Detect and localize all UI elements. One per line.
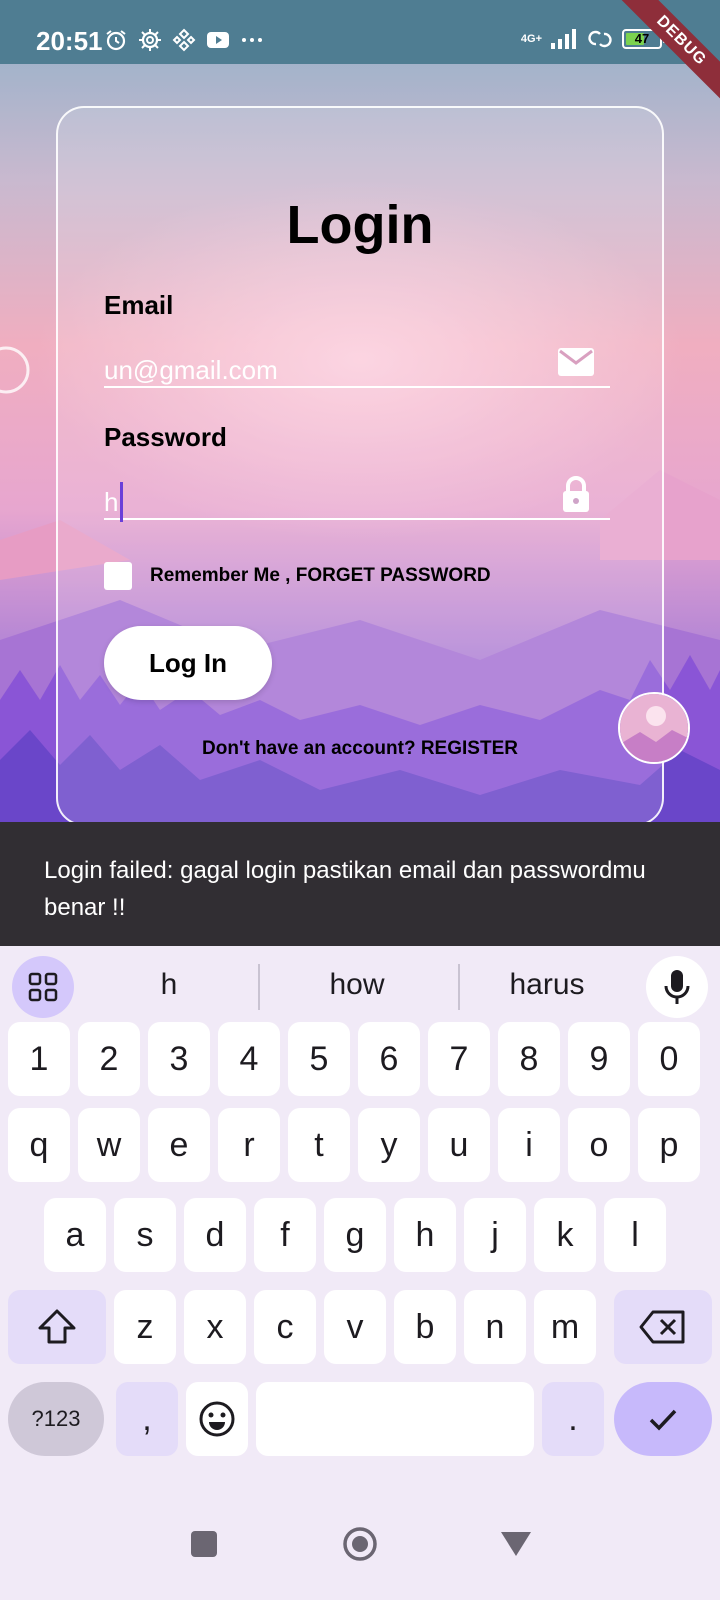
navigation-bar — [0, 1500, 720, 1600]
login-card: Login Email un@gmail.com Password h Reme… — [56, 106, 664, 826]
lock-icon — [563, 476, 589, 512]
register-link[interactable]: Don't have an account? REGISTER — [58, 738, 662, 760]
letter-key[interactable]: b — [394, 1290, 456, 1364]
binance-icon — [172, 28, 196, 52]
email-value: un@gmail.com — [104, 355, 278, 385]
number-key[interactable]: 1 — [8, 1022, 70, 1096]
letter-key[interactable]: f — [254, 1198, 316, 1272]
number-key[interactable]: 3 — [148, 1022, 210, 1096]
signal-icon — [551, 29, 576, 49]
snackbar-message: Login failed: gagal login pastikan email… — [44, 857, 646, 921]
letter-key[interactable]: d — [184, 1198, 246, 1272]
enter-key[interactable] — [614, 1382, 712, 1456]
mail-icon — [558, 348, 594, 376]
letter-key[interactable]: p — [638, 1108, 700, 1182]
network-type: 4G+ — [520, 33, 542, 45]
letter-key[interactable]: s — [114, 1198, 176, 1272]
back-triangle-icon[interactable] — [500, 1530, 532, 1558]
letter-key[interactable]: j — [464, 1198, 526, 1272]
link-icon — [588, 30, 612, 48]
email-field[interactable]: un@gmail.com — [104, 338, 610, 388]
number-key[interactable]: 6 — [358, 1022, 420, 1096]
number-key[interactable]: 5 — [288, 1022, 350, 1096]
letter-key[interactable]: u — [428, 1108, 490, 1182]
checkmark-icon — [649, 1409, 677, 1431]
error-snackbar: Login failed: gagal login pastikan email… — [0, 822, 720, 946]
suggestion-3[interactable]: harus — [472, 968, 622, 1002]
backspace-key[interactable] — [614, 1290, 712, 1364]
letter-key[interactable]: y — [358, 1108, 420, 1182]
suggestion-2[interactable]: how — [282, 968, 432, 1002]
shift-key[interactable] — [8, 1290, 106, 1364]
microphone-icon — [664, 970, 690, 1004]
letter-key[interactable]: r — [218, 1108, 280, 1182]
shift-arrow-icon — [38, 1309, 76, 1344]
space-key[interactable] — [256, 1382, 534, 1456]
comma-key[interactable]: , — [116, 1382, 178, 1456]
remember-row: Remember Me , FORGET PASSWORD — [104, 562, 491, 590]
suggestion-1[interactable]: h — [94, 968, 244, 1002]
emoji-icon — [199, 1401, 235, 1437]
number-key[interactable]: 7 — [428, 1022, 490, 1096]
page-title: Login — [286, 195, 434, 255]
text-cursor — [120, 482, 123, 522]
letter-key[interactable]: e — [148, 1108, 210, 1182]
settings-gear-icon — [139, 29, 161, 51]
letter-key[interactable]: c — [254, 1290, 316, 1364]
letter-key[interactable]: k — [534, 1198, 596, 1272]
remember-forget-link[interactable]: Remember Me , FORGET PASSWORD — [150, 565, 491, 587]
letter-key[interactable]: w — [78, 1108, 140, 1182]
remember-checkbox[interactable] — [104, 562, 132, 590]
letter-key[interactable]: n — [464, 1290, 526, 1364]
password-field[interactable]: h — [104, 470, 610, 522]
login-button[interactable]: Log In — [104, 626, 272, 700]
password-label: Password — [104, 422, 227, 452]
period-key[interactable]: . — [542, 1382, 604, 1456]
password-value: h — [104, 487, 119, 517]
alarm-icon — [106, 30, 126, 51]
letter-key[interactable]: q — [8, 1108, 70, 1182]
grid-icon — [28, 972, 58, 1002]
symbols-key[interactable]: ?123 — [8, 1382, 104, 1456]
more-dots-icon — [242, 38, 262, 42]
recents-square-icon[interactable] — [190, 1530, 218, 1558]
email-label: Email — [104, 290, 174, 320]
apps-grid-button[interactable] — [12, 956, 74, 1018]
status-time: 20:51 — [36, 26, 103, 56]
backspace-icon — [639, 1310, 685, 1344]
emoji-key[interactable] — [186, 1382, 248, 1456]
number-key[interactable]: 9 — [568, 1022, 630, 1096]
voice-input-button[interactable] — [646, 956, 708, 1018]
number-key[interactable]: 4 — [218, 1022, 280, 1096]
letter-key[interactable]: a — [44, 1198, 106, 1272]
chat-head-avatar[interactable] — [618, 692, 690, 764]
number-key[interactable]: 0 — [638, 1022, 700, 1096]
letter-key[interactable]: x — [184, 1290, 246, 1364]
letter-key[interactable]: z — [114, 1290, 176, 1364]
letter-key[interactable]: o — [568, 1108, 630, 1182]
letter-key[interactable]: m — [534, 1290, 596, 1364]
home-circle-icon[interactable] — [342, 1526, 378, 1562]
letter-key[interactable]: l — [604, 1198, 666, 1272]
number-key[interactable]: 8 — [498, 1022, 560, 1096]
status-bar: 20:51 4G+ 47 DEBUG — [0, 0, 720, 104]
suggestion-strip: h how harus — [0, 946, 720, 1028]
number-key[interactable]: 2 — [78, 1022, 140, 1096]
letter-key[interactable]: g — [324, 1198, 386, 1272]
letter-key[interactable]: v — [324, 1290, 386, 1364]
letter-key[interactable]: t — [288, 1108, 350, 1182]
youtube-icon — [207, 32, 229, 48]
letter-key[interactable]: h — [394, 1198, 456, 1272]
letter-key[interactable]: i — [498, 1108, 560, 1182]
